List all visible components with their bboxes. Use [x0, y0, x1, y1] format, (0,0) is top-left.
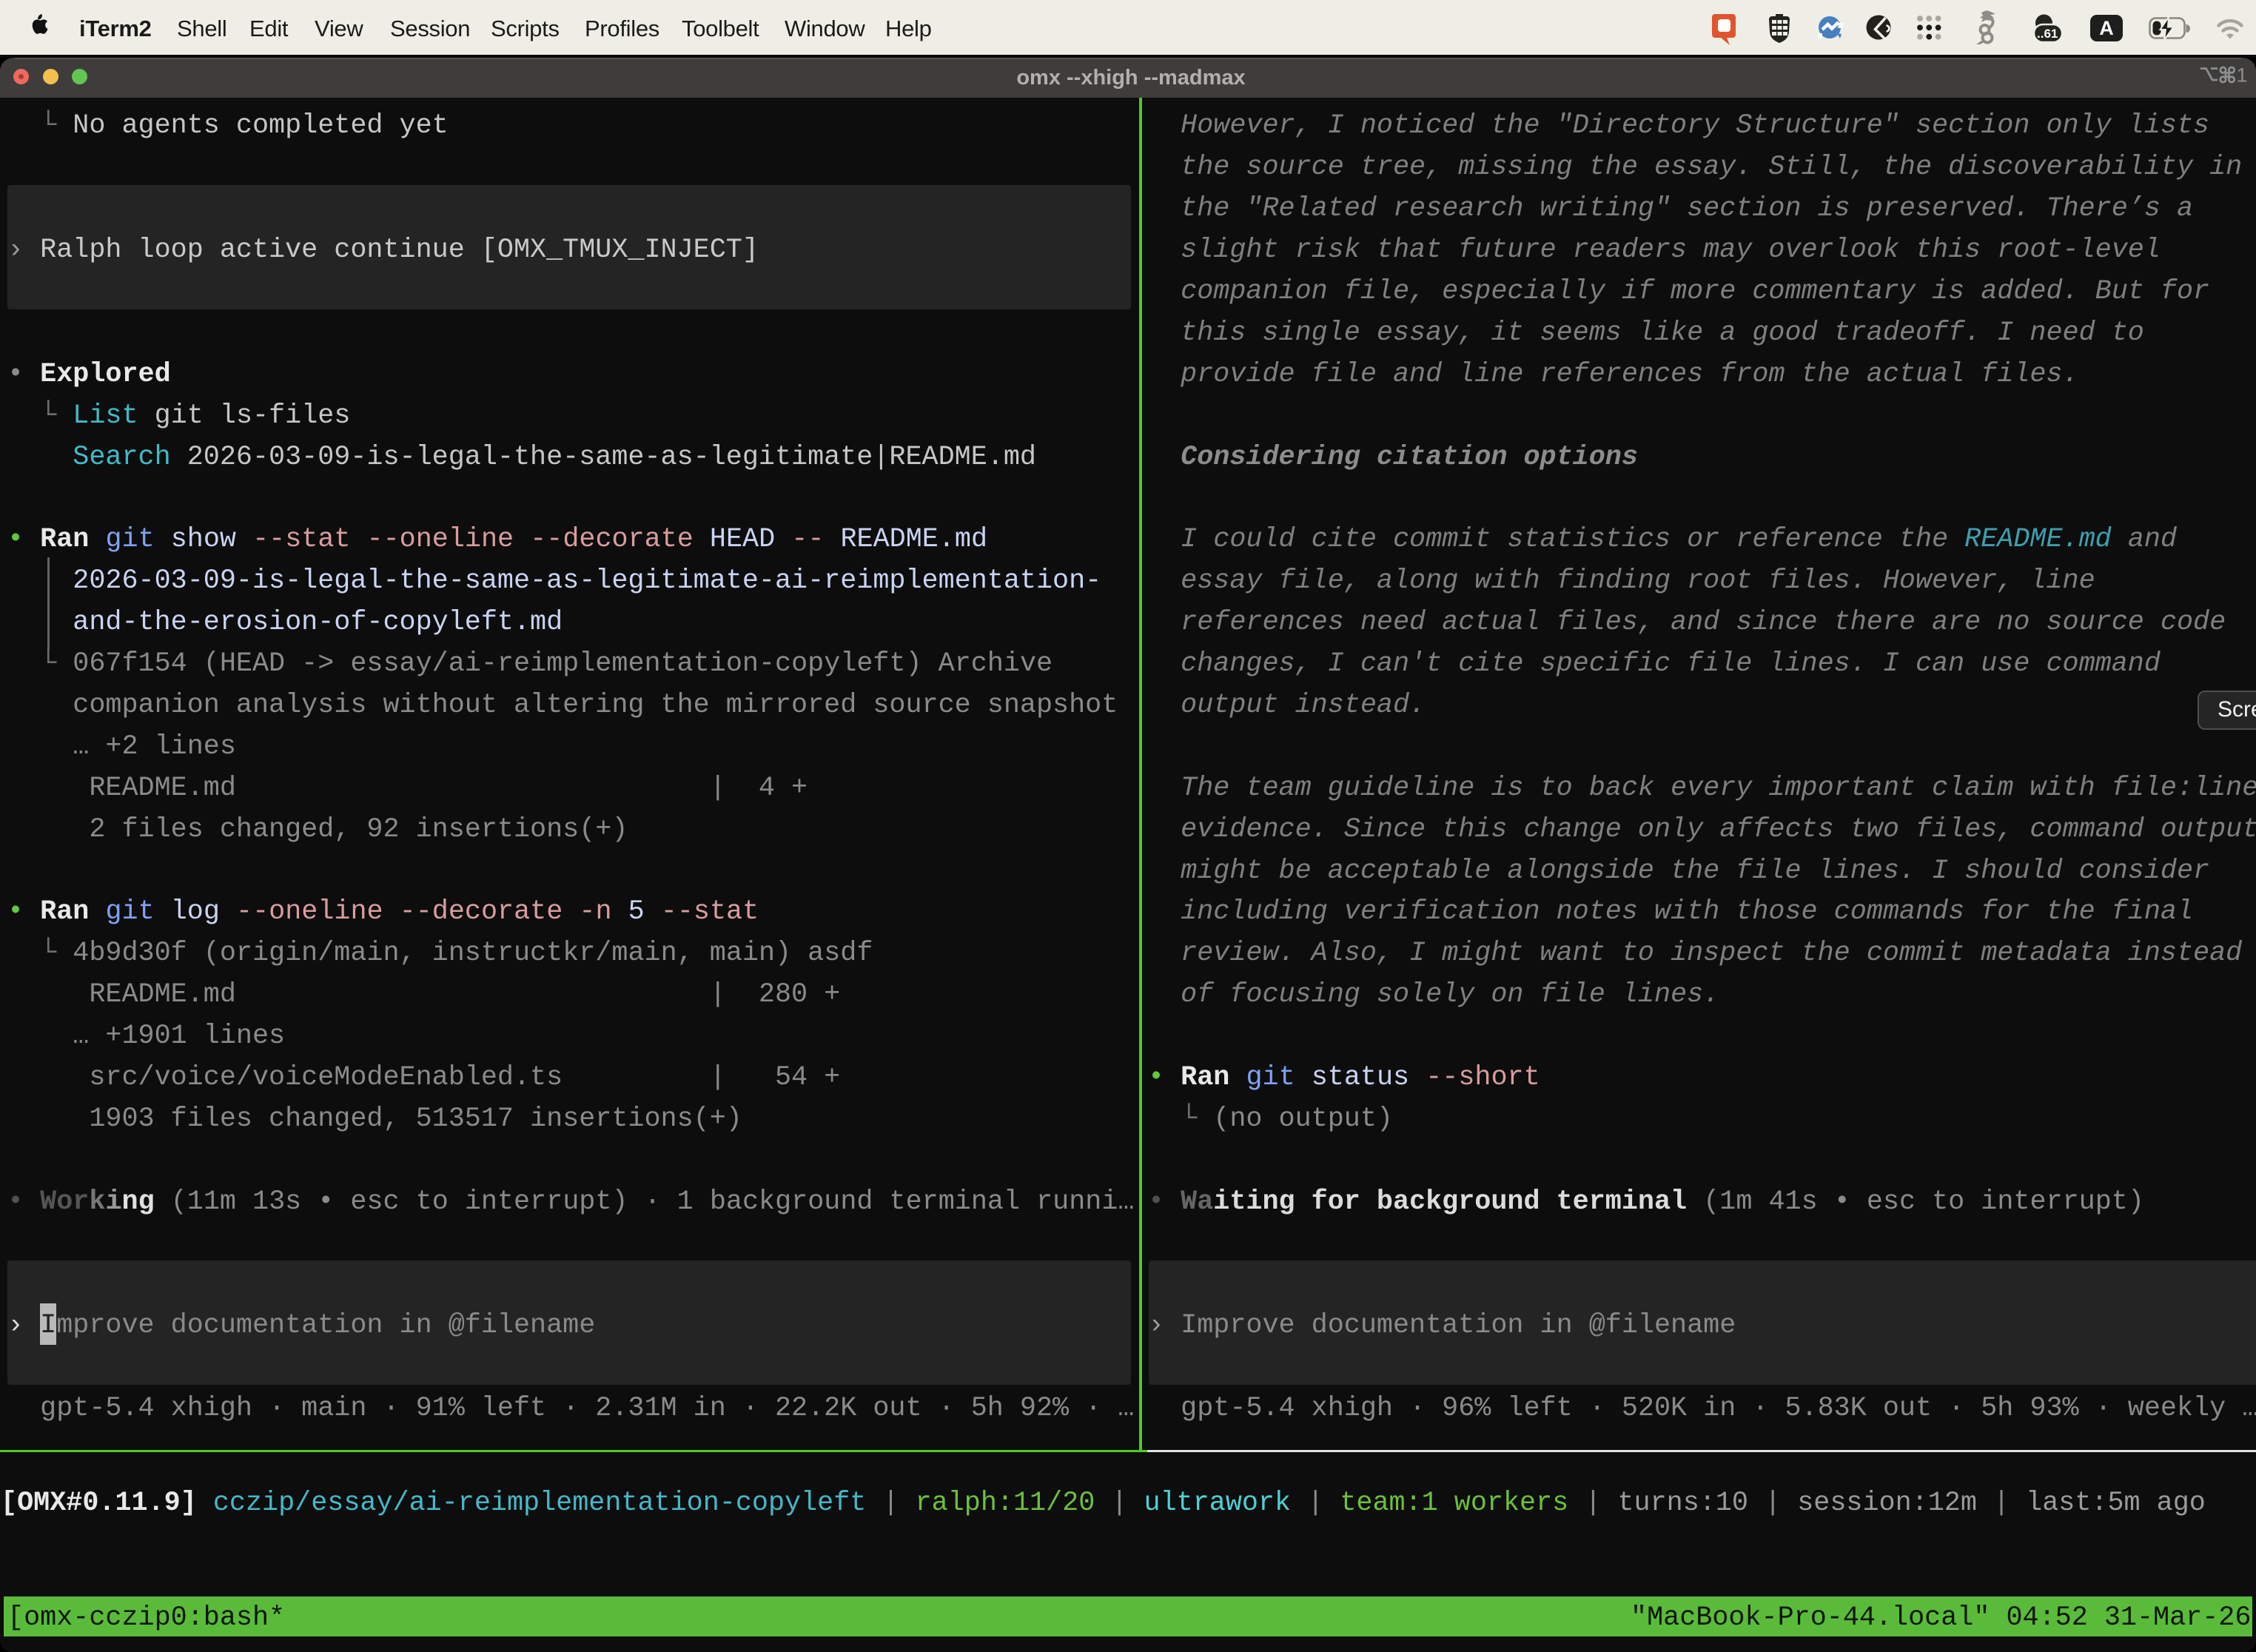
- svg-text:..61: ..61: [2037, 27, 2058, 41]
- svg-text:1: 1: [2237, 64, 2248, 87]
